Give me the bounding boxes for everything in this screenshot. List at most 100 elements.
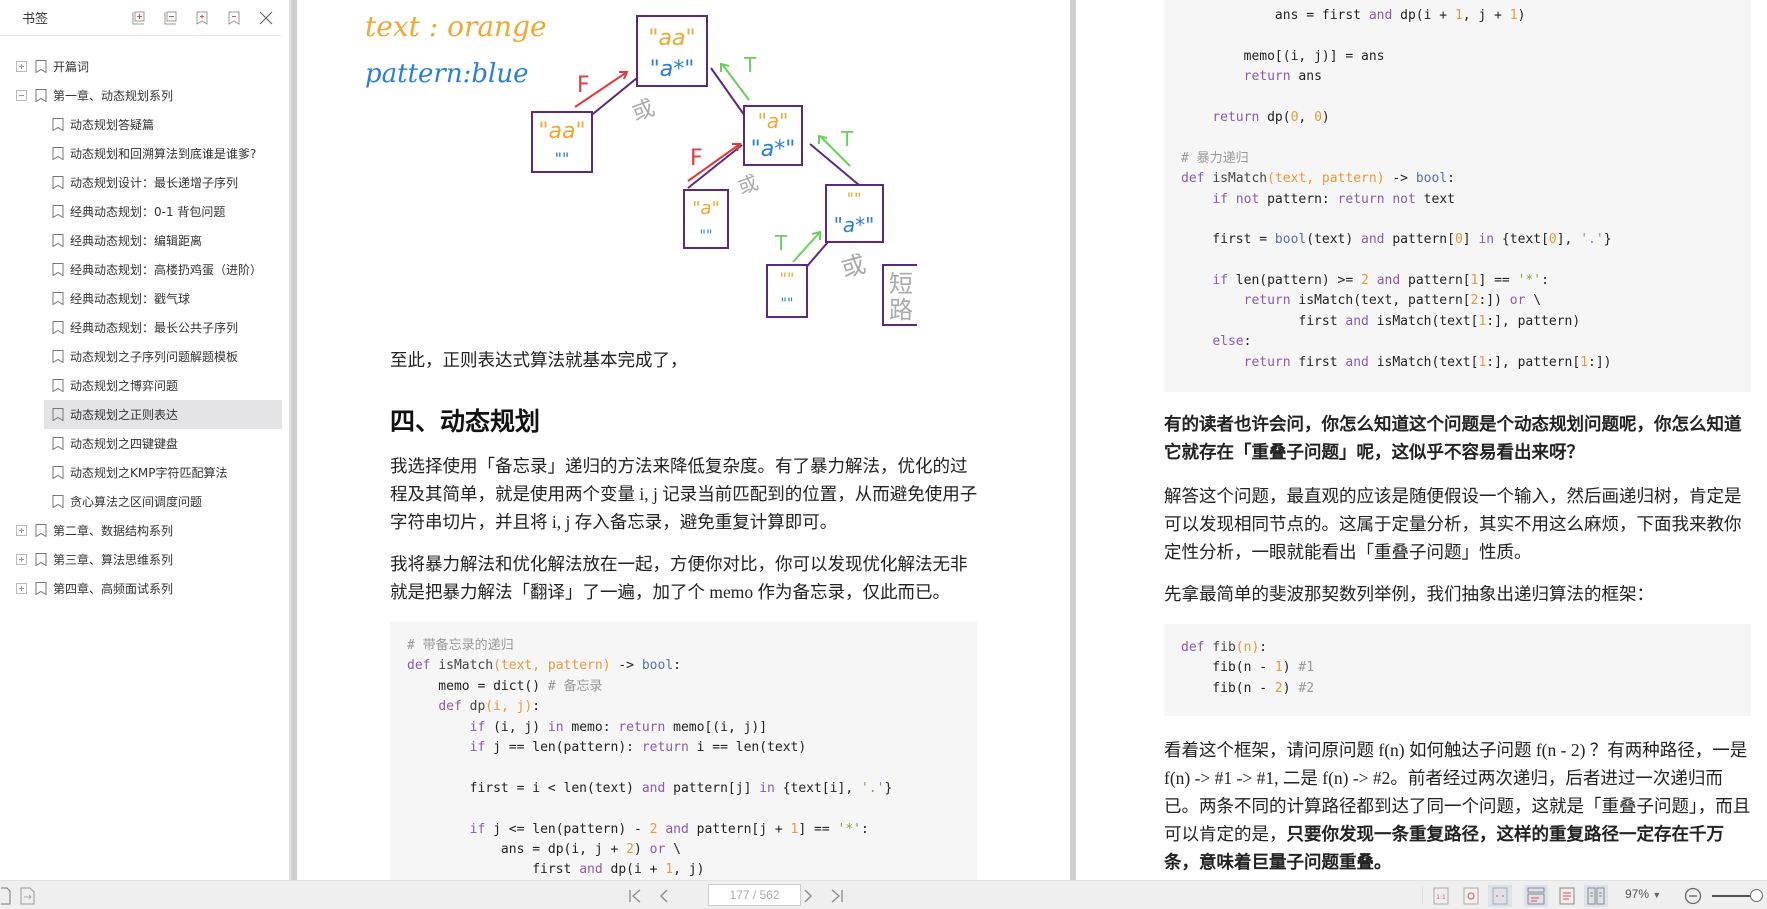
fit-page-button[interactable]: [1460, 885, 1482, 907]
next-page-button[interactable]: [800, 885, 816, 907]
bookmark-item[interactable]: 动态规划之正则表达: [44, 400, 282, 429]
zoom-level-select[interactable]: 97% ▼: [1625, 887, 1661, 901]
collapse-all-icon: [164, 11, 177, 24]
zoom-slider-handle[interactable]: [1750, 889, 1763, 902]
bookmark-label: 第一章、动态规划系列: [53, 89, 174, 103]
two-page-button[interactable]: [1584, 885, 1608, 907]
two-page-icon: [1587, 887, 1605, 905]
bottom-toolbar: 177 / 562 1:1 97% ▼: [0, 880, 1767, 909]
actual-size-button[interactable]: 1:1: [1430, 885, 1452, 907]
prev-doc-button[interactable]: [0, 885, 12, 907]
continuous-scroll-button[interactable]: [1524, 885, 1548, 907]
bookmark-item[interactable]: 第二章、数据结构系列: [0, 516, 289, 545]
bookmark-label: 贪心算法之区间调度问题: [70, 495, 203, 509]
first-page-button[interactable]: [626, 885, 644, 907]
code-line: if j <= len(pattern) - 2 and pattern[j +…: [469, 821, 869, 837]
first-page-icon: [629, 889, 641, 903]
true-label: T: [840, 127, 854, 151]
bookmark-icon: [35, 582, 47, 595]
bookmark-label: 动态规划之子序列问题解题模板: [70, 350, 239, 364]
bookmark-item[interactable]: 经典动态规划：编辑距离: [0, 226, 289, 255]
true-arrow: [792, 231, 821, 263]
export-page-button[interactable]: [18, 885, 38, 907]
fit-width-button[interactable]: [1488, 885, 1512, 907]
bookmark-item[interactable]: 第一章、动态规划系列: [0, 81, 289, 110]
expand-icon[interactable]: [16, 61, 27, 72]
bookmark-label: 经典动态规划：0-1 背包问题: [70, 205, 226, 219]
bookmark-label: 经典动态规划：高楼扔鸡蛋（进阶）: [70, 263, 263, 277]
node-pattern: "": [555, 149, 570, 168]
bookmark-icon: [35, 60, 47, 73]
bookmark-item[interactable]: 动态规划之博弈问题: [0, 371, 289, 400]
paragraph: 至此，正则表达式算法就基本完成了，: [390, 350, 688, 370]
node-text: "aa": [538, 119, 585, 144]
bookmarks-title: 书签: [22, 12, 49, 27]
bookmark-label: 动态规划和回溯算法到底谁是谁爹?: [70, 147, 257, 161]
expand-icon[interactable]: [16, 525, 27, 536]
bookmark-item[interactable]: 动态规划之四键键盘: [0, 429, 289, 458]
code-line: def isMatch(text, pattern) -> bool:: [407, 658, 681, 674]
chevron-right-icon: [804, 889, 812, 903]
continuous-scroll-icon: [1527, 887, 1545, 905]
prev-page-button[interactable]: [656, 885, 672, 907]
single-page-button[interactable]: [1556, 885, 1578, 907]
bookmark-label: 动态规划设计：最长递增子序列: [70, 176, 239, 190]
bookmark-item[interactable]: 经典动态规划：戳气球: [0, 284, 289, 313]
bookmark-item[interactable]: 动态规划之KMP字符匹配算法: [0, 458, 289, 487]
pdf-reader-window: 书签 开篇词 第一章、动态规划系列 动态规划答疑篇 动态规划和回溯算法到底谁是谁…: [0, 0, 1767, 909]
node-text: "aa": [648, 26, 695, 51]
expand-all-icon: [132, 11, 145, 24]
expand-all-button[interactable]: [129, 9, 147, 27]
remove-bookmark-button[interactable]: [225, 9, 243, 27]
actual-size-icon: 1:1: [1433, 887, 1449, 905]
zoom-out-button[interactable]: [1683, 885, 1703, 907]
collapse-all-button[interactable]: [161, 9, 179, 27]
paragraph: 先拿最简单的斐波那契数列举例，我们抽象出递归算法的框架：: [1164, 584, 1654, 604]
bookmark-item[interactable]: 动态规划之子序列问题解题模板: [0, 342, 289, 371]
bookmark-label: 动态规划之正则表达: [70, 408, 179, 422]
bookmark-item[interactable]: 开篇词: [0, 52, 289, 81]
expand-icon[interactable]: [16, 554, 27, 565]
bookmark-icon: [52, 379, 64, 392]
add-bookmark-button[interactable]: [193, 9, 211, 27]
paragraph: 解答这个问题，最直观的应该是随便假设一个输入，然后画递归树，肯定是可以发现相同节…: [1164, 486, 1742, 562]
or-label: 或: [838, 250, 868, 283]
close-panel-button[interactable]: [257, 9, 275, 27]
true-label: T: [743, 53, 757, 77]
bookmark-item[interactable]: 动态规划设计：最长递增子序列: [0, 168, 289, 197]
bookmark-label: 第二章、数据结构系列: [53, 524, 174, 538]
bookmark-item[interactable]: 第四章、高频面试系列: [0, 574, 289, 603]
bookmark-item[interactable]: 动态规划和回溯算法到底谁是谁爹?: [0, 139, 289, 168]
code-line: first = i < len(text) and pattern[j] in …: [407, 780, 893, 796]
bookmark-item[interactable]: 经典动态规划：高楼扔鸡蛋（进阶）: [0, 255, 289, 284]
bookmark-icon: [52, 205, 64, 218]
false-label: F: [690, 146, 703, 171]
bookmark-item[interactable]: 经典动态规划：0-1 背包问题: [0, 197, 289, 226]
bookmark-icon: [52, 147, 64, 160]
bookmark-item[interactable]: 经典动态规划：最长公共子序列: [0, 313, 289, 342]
node-pattern: "a*": [650, 57, 695, 82]
page-number-input[interactable]: 177 / 562: [708, 884, 801, 906]
expand-icon[interactable]: [16, 583, 27, 594]
document-view: text : orange pattern:blue F F T T T 或 或…: [297, 0, 1767, 880]
zoom-level-value: 97%: [1625, 887, 1650, 901]
code-line: return isMatch(text, pattern[2:]) or \: [1243, 293, 1542, 309]
last-page-button[interactable]: [828, 885, 846, 907]
node-text: "a": [758, 109, 789, 133]
bookmark-icon: [52, 263, 64, 276]
bookmark-item[interactable]: 第三章、算法思维系列: [0, 545, 289, 574]
false-label: F: [577, 73, 590, 98]
code-line: return first and isMatch(text[1:], patte…: [1243, 354, 1612, 370]
single-page-icon: [1559, 887, 1575, 905]
bookmark-item[interactable]: 动态规划答疑篇: [0, 110, 289, 139]
bookmark-icon: [52, 437, 64, 450]
code-line: def isMatch(text, pattern) -> bool:: [1181, 171, 1455, 187]
code-line: ans = first and dp(i + 1, j + 1): [1181, 8, 1526, 23]
bookmark-item[interactable]: 贪心算法之区间调度问题: [0, 487, 289, 516]
fit-width-icon: [1492, 887, 1508, 905]
collapse-icon[interactable]: [16, 90, 27, 101]
document-arrow-icon: [20, 887, 35, 905]
bookmark-label: 第三章、算法思维系列: [53, 553, 174, 567]
bookmark-label: 经典动态规划：最长公共子序列: [70, 321, 239, 335]
